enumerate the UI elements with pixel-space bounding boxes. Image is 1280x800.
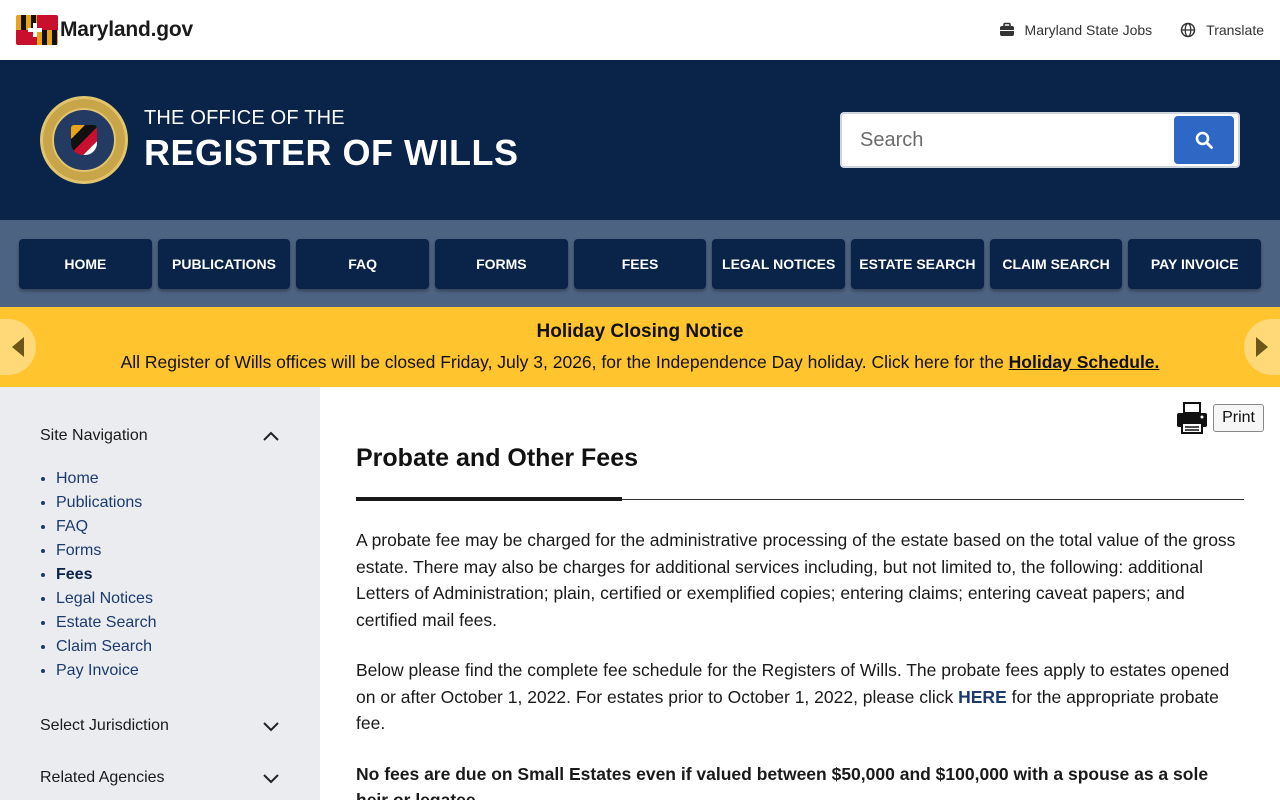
nav-faq[interactable]: FAQ	[296, 238, 430, 289]
sidebar-item-pay-invoice: Pay Invoice	[56, 659, 280, 683]
holiday-schedule-link[interactable]: Holiday Schedule.	[1009, 352, 1160, 372]
maryland-gov-logo[interactable]: Maryland.gov	[16, 15, 193, 45]
print-control: Print	[1175, 401, 1264, 435]
title-underline	[356, 497, 1244, 501]
maryland-gov-text: Maryland.gov	[60, 18, 193, 41]
sidebar-item-forms: Forms	[56, 539, 280, 563]
search-icon	[1195, 131, 1213, 149]
sidebar-link-pay-invoice[interactable]: Pay Invoice	[56, 662, 139, 679]
site-title: THE OFFICE OF THE REGISTER OF WILLS	[144, 107, 519, 174]
here-link[interactable]: HERE	[958, 687, 1007, 707]
sidebar-link-estate-search[interactable]: Estate Search	[56, 614, 157, 631]
sidebar-link-home[interactable]: Home	[56, 470, 99, 487]
printer-icon[interactable]	[1175, 401, 1209, 435]
nav-home[interactable]: HOME	[19, 238, 152, 289]
alert-message: All Register of Wills offices will be cl…	[121, 352, 1160, 373]
holiday-alert-banner: Holiday Closing Notice All Register of W…	[0, 307, 1280, 387]
search-box	[840, 112, 1240, 168]
sidebar-link-faq[interactable]: FAQ	[56, 518, 88, 535]
alert-message-text: All Register of Wills offices will be cl…	[120, 352, 1009, 372]
register-of-wills-seal-icon	[40, 96, 128, 184]
nav-estate-search[interactable]: ESTATE SEARCH	[851, 238, 984, 289]
globe-icon	[1180, 22, 1196, 38]
sidebar-item-estate-search: Estate Search	[56, 611, 280, 635]
utility-bar: Maryland.gov Maryland State Jobs Transla…	[0, 0, 1280, 60]
nav-legal-notices[interactable]: LEGAL NOTICES	[712, 238, 846, 289]
sidebar-item-legal-notices: Legal Notices	[56, 587, 280, 611]
sidebar-item-faq: FAQ	[56, 515, 280, 539]
sidebar-link-claim-search[interactable]: Claim Search	[56, 638, 152, 655]
maryland-flag-icon	[16, 15, 58, 45]
sidebar-link-forms[interactable]: Forms	[56, 542, 101, 559]
small-estates-notice: No fees are due on Small Estates even if…	[356, 763, 1209, 800]
nav-pay-invoice[interactable]: PAY INVOICE	[1128, 238, 1262, 289]
sidebar-link-publications[interactable]: Publications	[56, 494, 142, 511]
content-area: Site Navigation Home Publications FAQ Fo…	[0, 387, 1280, 800]
search-button[interactable]	[1174, 116, 1234, 164]
sidebar: Site Navigation Home Publications FAQ Fo…	[0, 387, 320, 800]
state-jobs-label: Maryland State Jobs	[1024, 22, 1153, 38]
nav-fees[interactable]: FEES	[573, 238, 707, 289]
sidebar-item-publications: Publications	[56, 491, 280, 515]
related-agencies-toggle[interactable]: Related Agencies	[40, 769, 280, 787]
alert-title: Holiday Closing Notice	[536, 321, 744, 342]
translate-link[interactable]: Translate	[1180, 22, 1264, 38]
site-navigation-list: Home Publications FAQ Forms Fees Legal N…	[56, 467, 280, 683]
alert-next-button[interactable]	[1244, 319, 1280, 375]
site-header: THE OFFICE OF THE REGISTER OF WILLS	[0, 60, 1280, 220]
state-jobs-link[interactable]: Maryland State Jobs	[999, 22, 1153, 38]
site-title-small: THE OFFICE OF THE	[144, 106, 345, 129]
search-input[interactable]	[860, 128, 1174, 152]
site-navigation-heading: Site Navigation	[40, 427, 148, 444]
main-content: Print Probate and Other Fees A probate f…	[320, 387, 1280, 800]
fee-schedule-paragraph: Below please find the complete fee sched…	[356, 657, 1244, 737]
sidebar-item-home: Home	[56, 467, 280, 491]
chevron-down-icon	[263, 722, 279, 732]
related-agencies-heading: Related Agencies	[40, 769, 165, 786]
intro-paragraph: A probate fee may be charged for the adm…	[356, 530, 1236, 630]
sidebar-item-fees: Fees	[56, 563, 280, 587]
chevron-up-icon	[263, 431, 279, 441]
site-title-large: REGISTER OF WILLS	[144, 131, 519, 173]
briefcase-icon	[999, 22, 1014, 36]
main-nav: HOME PUBLICATIONS FAQ FORMS FEES LEGAL N…	[0, 220, 1280, 307]
select-jurisdiction-toggle[interactable]: Select Jurisdiction	[40, 717, 280, 735]
sidebar-link-legal-notices[interactable]: Legal Notices	[56, 590, 153, 607]
chevron-right-icon	[1256, 337, 1268, 357]
nav-publications[interactable]: PUBLICATIONS	[157, 238, 291, 289]
print-button[interactable]: Print	[1213, 404, 1264, 432]
nav-forms[interactable]: FORMS	[435, 238, 568, 289]
page-title: Probate and Other Fees	[356, 444, 639, 472]
site-brand[interactable]: THE OFFICE OF THE REGISTER OF WILLS	[40, 96, 519, 184]
chevron-down-icon	[263, 774, 279, 784]
select-jurisdiction-heading: Select Jurisdiction	[40, 717, 169, 734]
sidebar-link-fees[interactable]: Fees	[56, 566, 92, 583]
alert-prev-button[interactable]	[0, 319, 36, 375]
sidebar-item-claim-search: Claim Search	[56, 635, 280, 659]
translate-label: Translate	[1206, 22, 1264, 38]
utility-links: Maryland State Jobs Translate	[999, 22, 1264, 38]
site-navigation-toggle[interactable]: Site Navigation	[40, 427, 280, 445]
nav-claim-search[interactable]: CLAIM SEARCH	[989, 238, 1123, 289]
chevron-left-icon	[12, 337, 24, 357]
